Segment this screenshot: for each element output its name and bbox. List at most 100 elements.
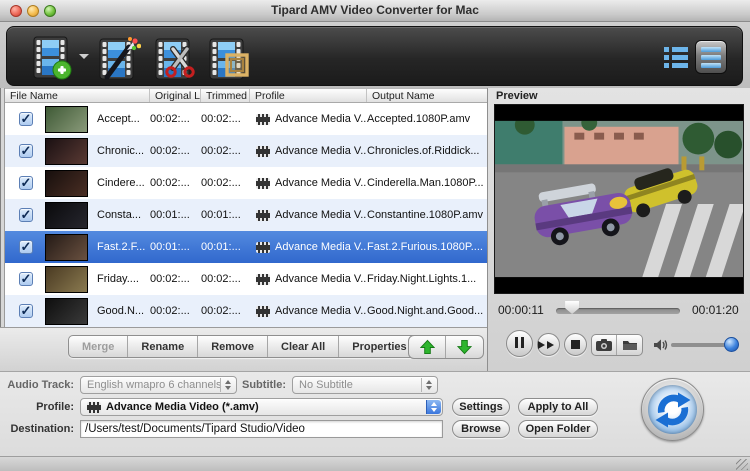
current-time: 00:00:11 [498,303,544,317]
col-file-name[interactable]: File Name [5,89,150,102]
trimmed-length: 00:02:... [201,305,241,317]
block-view-button[interactable] [695,40,727,74]
destination-input[interactable] [80,420,443,438]
merge-button[interactable]: Merge [69,336,129,357]
col-trimmed[interactable]: Trimmed L [201,89,250,102]
stepper-icon [426,400,441,414]
up-arrow-icon [419,339,435,355]
table-body: ✓ Accept... 00:02:... 00:02:... Advance … [5,103,487,327]
row-checkbox[interactable]: ✓ [19,272,33,286]
profile-name: Advance Media V... [275,305,367,317]
resize-grip-icon[interactable] [736,459,748,470]
apply-to-all-button[interactable]: Apply to All [518,398,598,416]
audio-track-label: Audio Track: [7,379,74,391]
preview-video-frame[interactable] [494,104,744,294]
add-video-button[interactable] [29,35,75,81]
col-profile[interactable]: Profile [250,89,367,102]
col-output-name[interactable]: Output Name [367,89,487,102]
effect-button[interactable] [95,35,141,81]
row-checkbox[interactable]: ✓ [19,240,33,254]
folder-icon [622,341,637,350]
list-view-icon [664,47,688,68]
pause-button[interactable] [506,330,533,357]
profile-name: Advance Media V... [275,145,367,157]
move-up-button[interactable] [409,336,446,358]
video-thumbnail [45,105,88,133]
table-row[interactable]: ✓ Consta... 00:01:... 00:01:... Advance … [5,199,487,231]
snapshot-button[interactable] [592,335,617,355]
list-view-button[interactable] [663,39,691,75]
profile-label: Profile: [36,401,74,413]
effect-wand-icon [99,37,141,80]
trimmed-length: 00:01:... [201,241,241,253]
profile-cell: Advance Media V... [250,113,367,125]
profile-name: Advance Media V... [275,273,367,285]
settings-button[interactable]: Settings [452,398,510,416]
row-checkbox[interactable]: ✓ [19,304,33,318]
profile-icon [256,305,270,317]
table-row[interactable]: ✓ Chronic... 00:02:... 00:02:... Advance… [5,135,487,167]
row-checkbox[interactable]: ✓ [19,112,33,126]
table-row[interactable]: ✓ Accept... 00:02:... 00:02:... Advance … [5,103,487,135]
reorder-group [408,335,484,359]
clear-all-button[interactable]: Clear All [268,336,340,357]
video-thumbnail [45,169,88,197]
table-row[interactable]: ✓ Cindere... 00:02:... 00:02:... Advance… [5,167,487,199]
volume-thumb[interactable] [724,337,739,352]
stop-button[interactable] [564,333,587,356]
profile-select[interactable]: Advance Media Video (*.amv) [80,398,443,416]
down-arrow-icon [457,339,472,355]
trim-button[interactable] [151,35,197,81]
audio-track-select[interactable]: English wmapro 6 channels [80,376,237,394]
original-length: 00:01:... [150,241,190,253]
seek-bar: 00:00:11 00:01:20 [488,298,750,324]
row-checkbox[interactable]: ✓ [19,176,33,190]
subtitle-select[interactable]: No Subtitle [292,376,438,394]
block-view-icon [701,46,721,52]
profile-cell: Advance Media V... [250,177,367,189]
video-thumbnail [45,137,88,165]
convert-icon [648,385,697,434]
trimmed-length: 00:02:... [201,145,241,157]
original-length: 00:02:... [150,273,190,285]
output-name: Fast.2.Furious.1080P.... [367,241,483,253]
move-down-button[interactable] [446,336,483,358]
trimmed-length: 00:01:... [201,209,241,221]
open-snapshot-folder-button[interactable] [617,335,642,355]
video-frame-image [495,105,743,293]
file-name: Consta... [97,209,142,221]
preview-title: Preview [496,90,538,102]
convert-button[interactable] [641,378,704,441]
fast-forward-button[interactable] [537,333,560,356]
col-original[interactable]: Original Le [150,89,201,102]
trimmed-length: 00:02:... [201,273,241,285]
row-checkbox[interactable]: ✓ [19,144,33,158]
output-name: Chronicles.of.Riddick... [367,145,480,157]
file-list: File Name Original Le Trimmed L Profile … [4,88,487,327]
output-name: Good.Night.and.Good... [367,305,484,317]
output-name: Friday.Night.Lights.1... [367,273,477,285]
profile-icon [256,241,270,253]
profile-icon [256,113,270,125]
table-row[interactable]: ✓ Friday.... 00:02:... 00:02:... Advance… [5,263,487,295]
output-settings-panel: Audio Track: English wmapro 6 channels S… [0,371,750,456]
add-video-dropdown-caret[interactable] [79,54,89,64]
table-row[interactable]: ✓ Fast.2.F... 00:01:... 00:01:... Advanc… [5,231,487,263]
browse-button[interactable]: Browse [452,420,510,438]
rename-button[interactable]: Rename [128,336,199,357]
subtitle-value: No Subtitle [299,379,353,391]
open-folder-button[interactable]: Open Folder [518,420,598,438]
profile-value: Advance Media Video (*.amv) [106,401,259,413]
video-thumbnail [45,297,88,325]
playback-controls [488,328,750,368]
video-thumbnail [45,265,88,293]
crop-button[interactable] [205,35,251,81]
original-length: 00:01:... [150,209,190,221]
toolbar-strip [0,22,750,88]
original-length: 00:02:... [150,145,190,157]
row-checkbox[interactable]: ✓ [19,208,33,222]
table-row[interactable]: ✓ Good.N... 00:02:... 00:02:... Advance … [5,295,487,327]
video-thumbnail [45,233,88,261]
profile-icon [256,145,270,157]
remove-button[interactable]: Remove [198,336,268,357]
